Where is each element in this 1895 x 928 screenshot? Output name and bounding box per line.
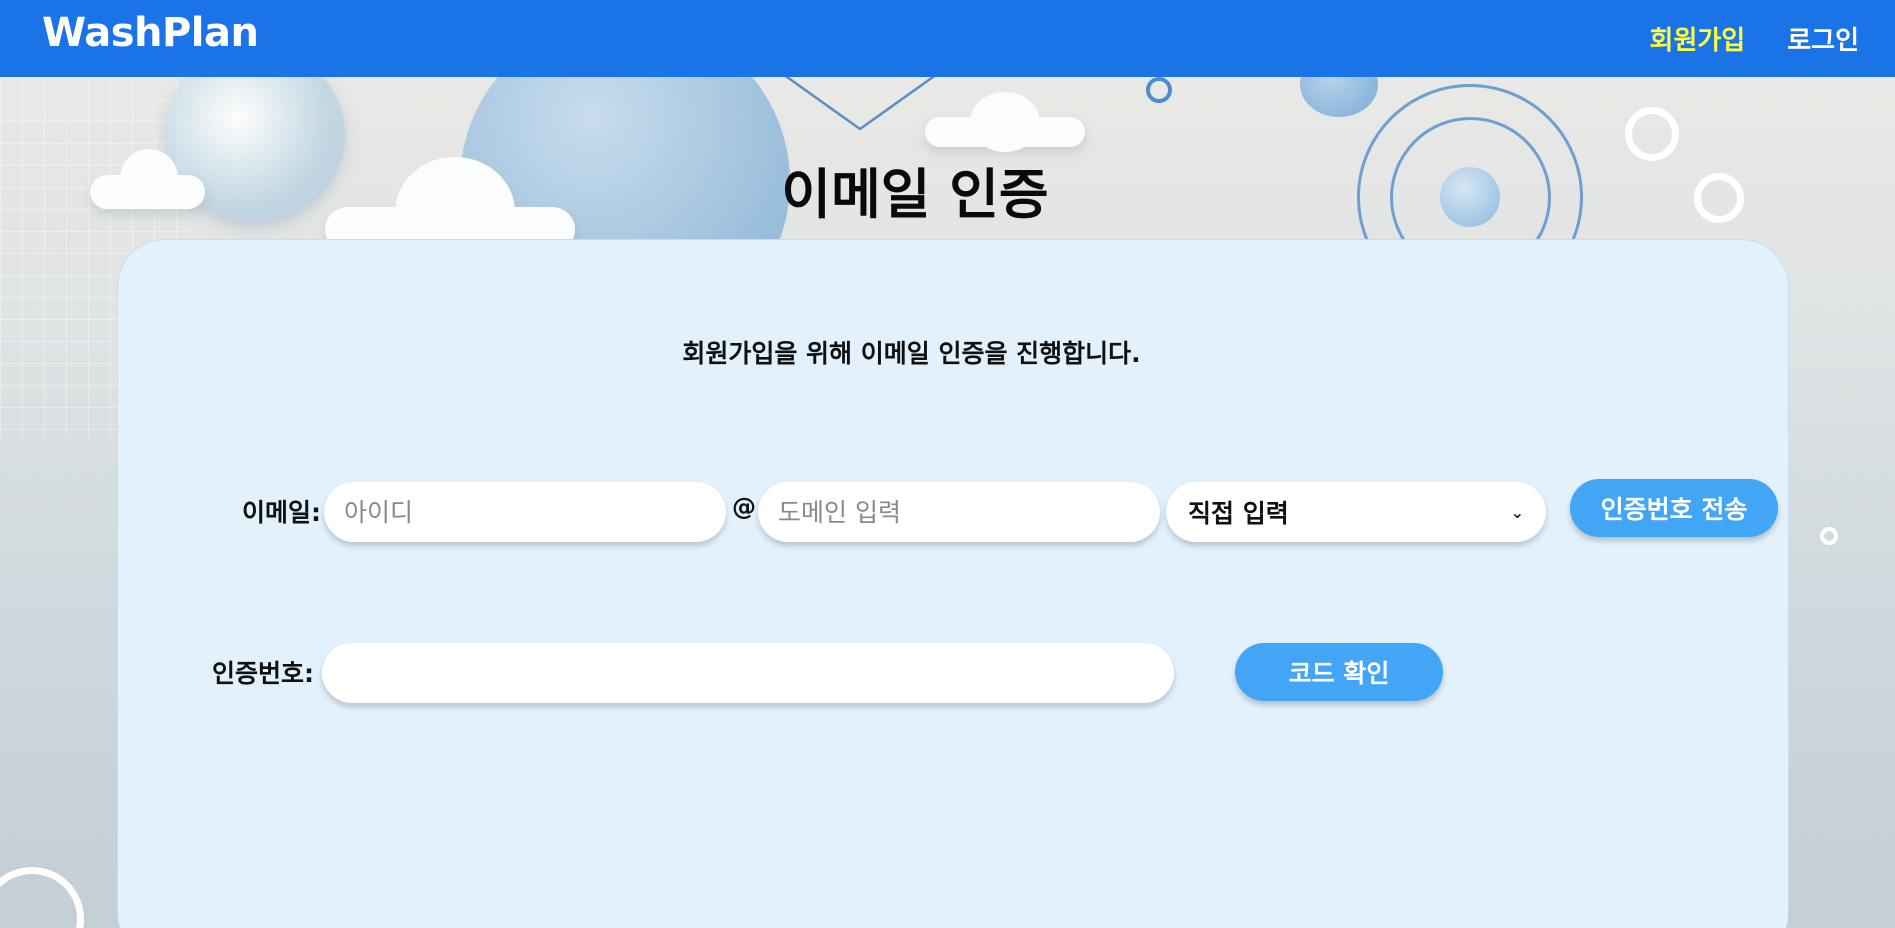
email-verification-card: 회원가입을 위해 이메일 인증을 진행합니다. 이메일: @ 직접 입력 ⌄ 인… [117,239,1789,928]
nav-signup-link[interactable]: 회원가입 [1650,20,1746,57]
nav-links: 회원가입 로그인 [1650,20,1859,57]
chevron-down-icon: ⌄ [1510,502,1524,522]
at-sign: @ [732,493,756,521]
cloud-puff-decoration [970,92,1040,152]
intro-text: 회원가입을 위해 이메일 인증을 진행합니다. [682,339,1141,368]
domain-select[interactable]: 직접 입력 ⌄ [1166,482,1546,542]
domain-select-value: 직접 입력 [1188,499,1289,528]
nav-login-link[interactable]: 로그인 [1787,20,1859,57]
heart-outline-decoration [784,77,936,131]
code-input[interactable] [322,643,1174,703]
brand-logo[interactable]: WashPlan [42,10,259,56]
email-label: 이메일: [242,498,321,527]
send-code-button[interactable]: 인증번호 전송 [1570,479,1778,537]
top-navbar: WashPlan 회원가입 로그인 [0,0,1895,77]
small-bubble-decoration [1300,77,1378,117]
ring-decoration [1146,77,1172,103]
code-label: 인증번호: [212,659,314,688]
ring-decoration [0,867,84,928]
verify-code-button[interactable]: 코드 확인 [1235,643,1443,701]
email-domain-input[interactable] [758,482,1160,542]
email-id-input[interactable] [324,482,726,542]
page-title: 이메일 인증 [781,163,1049,226]
ring-decoration [1820,527,1838,545]
